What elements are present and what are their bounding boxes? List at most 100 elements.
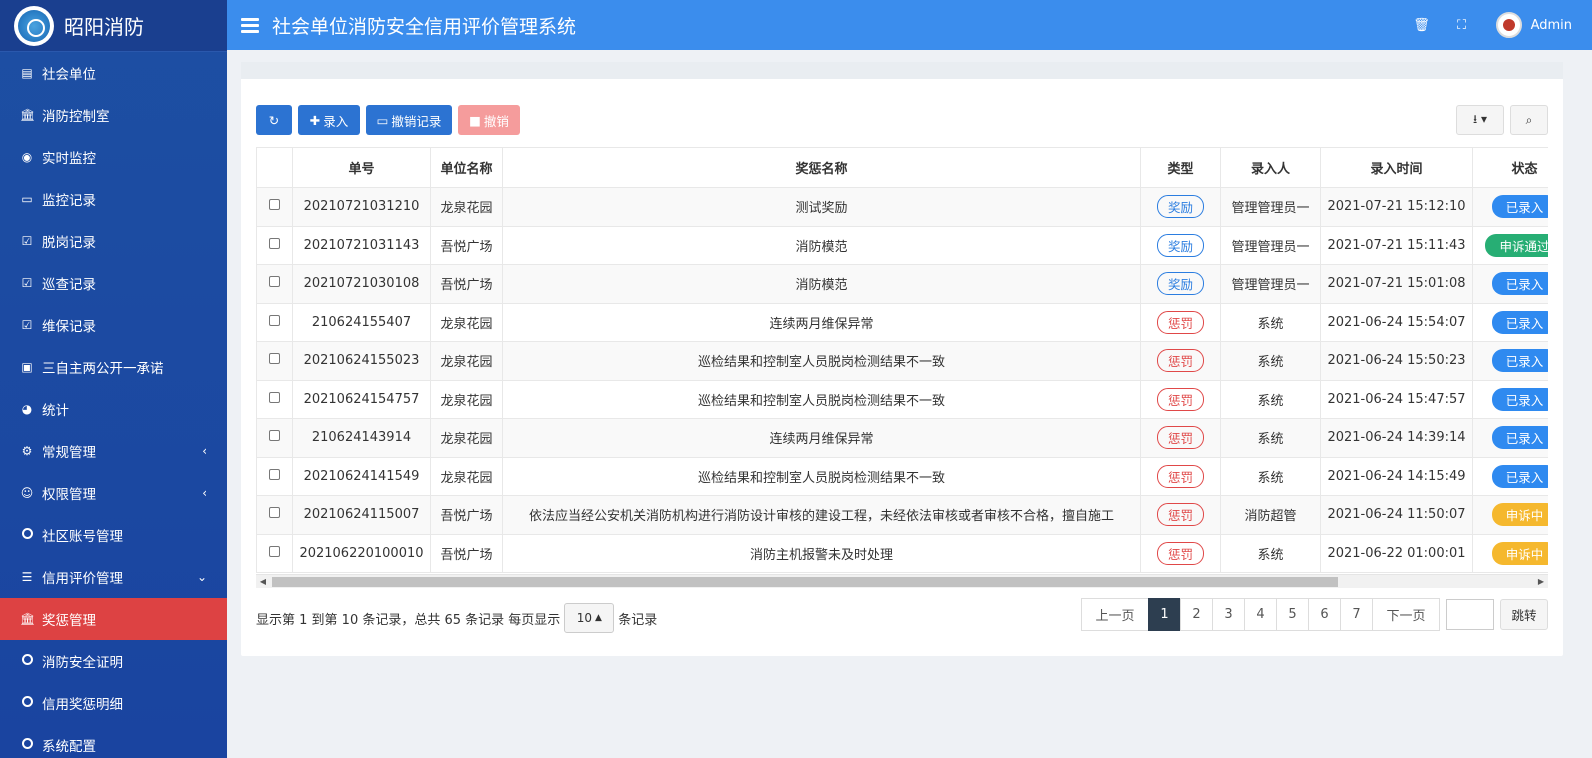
table-row[interactable]: 20210721030108 吾悦广场 消防模范 奖励 管理管理员一 2021-07-21…: [256, 264, 1548, 304]
sidebar-item[interactable]: ☰ 信用评价管理 ⌄: [0, 556, 227, 598]
sidebar-item[interactable]: 🏛︎ 消防控制室: [0, 94, 227, 136]
page-size-select[interactable]: 10 ▲: [564, 603, 615, 633]
table-row[interactable]: 20210624154757 龙泉花园 巡检结果和控制室人员脱岗检测结果不一致 惩罚系…: [256, 379, 1548, 419]
scrollbar-thumb[interactable]: [272, 577, 1338, 587]
add-button[interactable]: ✚ 录入: [298, 105, 360, 135]
row-checkbox[interactable]: [269, 430, 280, 442]
status-badge: 已录入: [1491, 426, 1548, 450]
cell-time: 2021-06-24 15:50:23: [1320, 341, 1473, 381]
row-checkbox[interactable]: [269, 545, 280, 557]
records-table: 单号 单位名称 奖惩名称 类型 录入人 录入时间 状态 202107210312…: [256, 147, 1548, 573]
table-row[interactable]: 20210624115007 吾悦广场 依法应当经公安机关消防机构进行消防设计审核的…: [256, 495, 1548, 535]
table-row[interactable]: 20210721031210 龙泉花园 测试奖励 奖励 管理管理员一 2021-07-21…: [256, 187, 1548, 227]
cell-type: 惩罚: [1140, 418, 1221, 458]
type-badge: 惩罚: [1156, 387, 1204, 411]
row-checkbox[interactable]: [269, 199, 280, 211]
page-number-button[interactable]: 5: [1276, 598, 1309, 631]
header-status[interactable]: 状态: [1472, 147, 1548, 188]
monitor-icon: ▭: [21, 192, 33, 206]
circle-icon: [20, 696, 34, 710]
toolbar-right: ⭳ ▾ ⌕: [1456, 105, 1548, 135]
cell-type: 惩罚: [1140, 456, 1221, 496]
prev-page-button[interactable]: 上一页: [1081, 598, 1149, 631]
trash-icon[interactable]: 🗑︎: [1402, 18, 1442, 33]
avatar[interactable]: [1495, 12, 1522, 38]
cell-unit: 吾悦广场: [430, 225, 503, 265]
sidebar-item[interactable]: ☑ 巡查记录: [0, 262, 227, 304]
add-button-label: 录入: [323, 113, 349, 129]
row-checkbox[interactable]: [269, 353, 280, 365]
header-time[interactable]: 录入时间: [1320, 147, 1473, 188]
sidebar-item[interactable]: 社区账号管理: [0, 514, 227, 556]
page-number-button[interactable]: 3: [1212, 598, 1245, 631]
row-checkbox[interactable]: [269, 468, 280, 480]
search-button[interactable]: ⌕: [1510, 105, 1548, 135]
row-checkbox[interactable]: [269, 237, 280, 249]
table-row[interactable]: 210624143914 龙泉花园 连续两月维保异常 惩罚 系统 2021-06-24 1…: [256, 418, 1548, 458]
cell-unit: 龙泉花园: [430, 341, 503, 381]
user-name[interactable]: Admin: [1531, 18, 1572, 33]
jump-button[interactable]: 跳转: [1500, 599, 1548, 630]
brand[interactable]: 昭阳消防: [0, 0, 227, 52]
sidebar-item[interactable]: ☑ 维保记录: [0, 304, 227, 346]
table-row[interactable]: 20210624155023 龙泉花园 巡检结果和控制室人员脱岗检测结果不一致 惩罚系…: [256, 341, 1548, 381]
sidebar-item[interactable]: 信用奖惩明细: [0, 682, 227, 724]
header-type[interactable]: 类型: [1140, 147, 1221, 188]
cell-by: 管理管理员一: [1220, 187, 1321, 227]
table-row[interactable]: 202106220100010 吾悦广场 消防主机报警未及时处理 惩罚 系统 2021-0…: [256, 533, 1548, 573]
row-checkbox[interactable]: [269, 391, 280, 403]
row-checkbox[interactable]: [269, 276, 280, 288]
scroll-left-icon[interactable]: ◀: [256, 575, 270, 589]
hamburger-icon[interactable]: [241, 15, 259, 36]
page-number-button[interactable]: 6: [1308, 598, 1341, 631]
header-name[interactable]: 奖惩名称: [502, 147, 1141, 188]
next-page-button[interactable]: 下一页: [1372, 598, 1440, 631]
header-by[interactable]: 录入人: [1220, 147, 1321, 188]
sidebar-item[interactable]: ☑ 脱岗记录: [0, 220, 227, 262]
horizontal-scrollbar[interactable]: ◀ ▶: [256, 574, 1548, 588]
jump-page-input[interactable]: [1446, 599, 1494, 630]
sidebar-item[interactable]: ◕ 统计: [0, 388, 227, 430]
row-checkbox[interactable]: [269, 314, 280, 326]
page-number-button[interactable]: 7: [1340, 598, 1373, 631]
circle-icon: [20, 654, 34, 668]
cell-by: 系统: [1220, 302, 1321, 342]
table-row[interactable]: 20210721031143 吾悦广场 消防模范 奖励 管理管理员一 2021-07-21…: [256, 225, 1548, 265]
row-checkbox[interactable]: [269, 507, 280, 519]
header-unit[interactable]: 单位名称: [430, 147, 503, 188]
page-number-button[interactable]: 2: [1180, 598, 1213, 631]
revoke-button[interactable]: ■ 撤销: [458, 105, 520, 135]
table-row[interactable]: 20210624141549 龙泉花园 巡检结果和控制室人员脱岗检测结果不一致 惩罚系…: [256, 456, 1548, 496]
type-badge: 惩罚: [1156, 541, 1204, 565]
scroll-right-icon[interactable]: ▶: [1534, 575, 1548, 589]
cell-by: 系统: [1220, 341, 1321, 381]
cell-type: 奖励: [1140, 264, 1221, 304]
sidebar-item[interactable]: ▭ 监控记录: [0, 178, 227, 220]
row-checkbox-cell: [256, 264, 293, 304]
refresh-button[interactable]: ↻: [256, 105, 292, 135]
page-number-button[interactable]: 1: [1148, 598, 1181, 631]
sidebar-item-label: 奖惩管理: [42, 613, 96, 629]
page-number-button[interactable]: 4: [1244, 598, 1277, 631]
sidebar-item[interactable]: ▤ 社会单位: [0, 52, 227, 94]
sidebar-item[interactable]: ▣ 三自主两公开一承诺: [0, 346, 227, 388]
cell-by: 管理管理员一: [1220, 225, 1321, 265]
sidebar-item-label: 三自主两公开一承诺: [42, 361, 164, 377]
sidebar-item[interactable]: ◉ 实时监控: [0, 136, 227, 178]
sidebar-item-label: 维保记录: [42, 319, 96, 335]
cell-no: 20210624155023: [292, 341, 431, 381]
fullscreen-icon[interactable]: ⛶: [1442, 18, 1482, 33]
export-button[interactable]: ⭳ ▾: [1456, 105, 1504, 135]
revoke-record-button[interactable]: ▭ 撤销记录: [366, 105, 452, 135]
sidebar-item[interactable]: 系统配置: [0, 724, 227, 758]
page-size-value: 10: [576, 611, 592, 625]
sidebar-item[interactable]: 🏛︎ 奖惩管理: [0, 598, 227, 640]
row-checkbox-cell: [256, 187, 293, 227]
sidebar-item[interactable]: ⚙ 常规管理 ‹: [0, 430, 227, 472]
sidebar-item[interactable]: ☺ 权限管理 ‹: [0, 472, 227, 514]
header-no[interactable]: 单号: [292, 147, 431, 188]
type-badge: 惩罚: [1156, 426, 1204, 450]
status-badge: 已录入: [1491, 464, 1548, 488]
sidebar-item[interactable]: 消防安全证明: [0, 640, 227, 682]
table-row[interactable]: 210624155407 龙泉花园 连续两月维保异常 惩罚 系统 2021-06-24 1…: [256, 302, 1548, 342]
